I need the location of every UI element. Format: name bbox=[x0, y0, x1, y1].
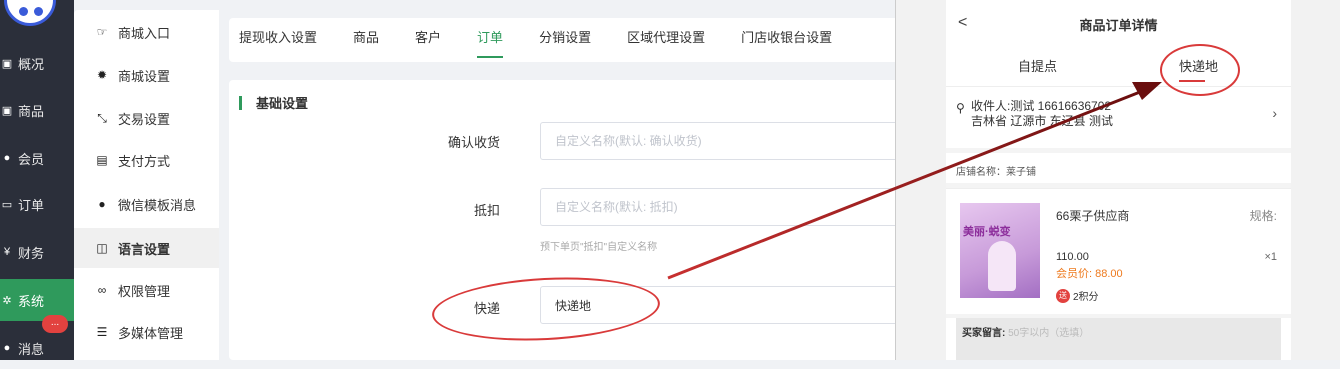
nav-item-label: 订单 bbox=[18, 197, 45, 213]
mobile-screen: < 商品订单详情 自提点 快递地 ⚲ 收件人:测试 16616636702 吉林… bbox=[946, 0, 1291, 360]
mobile-preview: < 商品订单详情 自提点 快递地 ⚲ 收件人:测试 16616636702 吉林… bbox=[895, 0, 1340, 360]
message-badge: ... bbox=[42, 315, 68, 333]
box-icon: ▣ bbox=[1, 104, 13, 117]
submenu-item-label: 权限管理 bbox=[118, 283, 171, 299]
hand-pointer-icon: ☞ bbox=[96, 25, 108, 39]
settings-icon: ✲ bbox=[2, 294, 12, 307]
language-icon: ◫ bbox=[96, 241, 108, 255]
submenu-item-label: 交易设置 bbox=[118, 111, 171, 127]
settings-tabs: 提现收入设置 商品 客户 订单 分销设置 区域代理设置 门店收银台设置 bbox=[229, 18, 909, 62]
points-badge: 送 bbox=[1056, 288, 1070, 303]
nav-item-products[interactable]: ▣ 商品 bbox=[0, 89, 74, 131]
submenu-item-store-settings[interactable]: ✹ 商城设置 bbox=[74, 55, 219, 95]
annotation-circle-tab bbox=[1160, 44, 1240, 96]
wechat-icon: ● bbox=[98, 197, 106, 211]
nav-item-label: 会员 bbox=[18, 151, 45, 167]
submenu-item-label: 多媒体管理 bbox=[118, 325, 184, 341]
tab-orders[interactable]: 订单 bbox=[477, 18, 504, 62]
product-name: 66栗子供应商 bbox=[1056, 209, 1130, 223]
chat-icon: ● bbox=[3, 342, 11, 354]
submenu-item-label: 商城设置 bbox=[118, 68, 171, 84]
submenu-item-permissions[interactable]: ∞ 权限管理 bbox=[74, 270, 219, 310]
nav-item-system[interactable]: ✲ 系统 bbox=[0, 279, 74, 321]
location-pin-icon: ⚲ bbox=[956, 101, 965, 115]
exchange-icon: ⤡ bbox=[97, 110, 107, 125]
confirm-receipt-label: 确认收货 bbox=[447, 135, 500, 150]
tab-self-pickup[interactable]: 自提点 bbox=[1018, 56, 1057, 75]
buyer-note-label: 买家留言: bbox=[962, 328, 1006, 339]
points-reward: 送 2积分 bbox=[1056, 288, 1099, 303]
store-name: 店铺名称：莱子铺 bbox=[946, 153, 1291, 183]
nav-item-messages[interactable]: ... ● 消息 bbox=[0, 315, 74, 369]
submenu-item-language[interactable]: ◫ 语言设置 bbox=[74, 228, 219, 268]
product-image: 美丽·蜕变 bbox=[960, 203, 1040, 298]
nav-item-members[interactable]: ● 会员 bbox=[0, 137, 74, 179]
tab-goods[interactable]: 商品 bbox=[353, 18, 379, 62]
nav-item-label: 系统 bbox=[18, 293, 45, 309]
points-text: 2积分 bbox=[1073, 292, 1099, 303]
main-navigation: ▣ 概况 ▣ 商品 ● 会员 ▭ 订单 ¥ 财务 ✲ 系统 ... ● 消息 bbox=[0, 0, 74, 360]
buyer-note-input[interactable]: 买家留言: 50字以内（选填） bbox=[956, 318, 1281, 360]
buyer-note-placeholder: 50字以内（选填） bbox=[1008, 328, 1090, 339]
nav-item-overview[interactable]: ▣ 概况 bbox=[0, 42, 74, 84]
product-price: 110.00 bbox=[1056, 251, 1089, 263]
confirm-receipt-input[interactable] bbox=[540, 122, 910, 160]
system-submenu: ☞ 商城入口 ✹ 商城设置 ⤡ 交易设置 ▤ 支付方式 ● 微信模板消息 ◫ 语言设置 ∞ 权… bbox=[74, 10, 219, 360]
product-qty: ×1 bbox=[1264, 251, 1277, 263]
buyer-note: 买家留言: 50字以内（选填） bbox=[946, 318, 1291, 360]
deduction-hint: 预下单页"抵扣"自定义名称 bbox=[540, 242, 658, 253]
submenu-item-trade-settings[interactable]: ⤡ 交易设置 bbox=[74, 98, 219, 138]
chart-icon: ▣ bbox=[1, 57, 13, 70]
nav-item-finance[interactable]: ¥ 财务 bbox=[0, 231, 74, 273]
submenu-item-wechat-templates[interactable]: ● 微信模板消息 bbox=[74, 184, 219, 224]
address-detail: 吉林省 辽源市 东辽县 测试 bbox=[971, 114, 1114, 128]
yen-icon: ¥ bbox=[3, 246, 11, 258]
product-item: 美丽·蜕变 66栗子供应商 规格: 110.00 会员价: 88.00 ×1 送… bbox=[946, 188, 1291, 314]
nav-item-orders[interactable]: ▭ 订单 bbox=[0, 183, 74, 225]
nav-item-label: 概况 bbox=[18, 56, 45, 72]
nav-item-label: 财务 bbox=[18, 245, 45, 261]
card-icon: ▤ bbox=[96, 153, 108, 167]
submenu-item-label: 支付方式 bbox=[118, 153, 171, 169]
product-image-text: 美丽·蜕变 bbox=[963, 226, 1011, 238]
submenu-item-label: 微信模板消息 bbox=[118, 197, 197, 213]
gear-icon: ✹ bbox=[96, 68, 108, 82]
mobile-header: < 商品订单详情 bbox=[946, 0, 1291, 46]
nav-item-label: 消息 bbox=[18, 341, 45, 357]
key-icon: ∞ bbox=[97, 283, 107, 297]
nav-item-label: 商品 bbox=[18, 103, 45, 119]
submenu-item-label: 语言设置 bbox=[118, 241, 171, 257]
list-icon: ☰ bbox=[96, 325, 108, 339]
product-spec: 规格: bbox=[1249, 209, 1277, 223]
mobile-title: 商品订单详情 bbox=[1079, 18, 1158, 33]
submenu-item-payment[interactable]: ▤ 支付方式 bbox=[74, 140, 219, 180]
store-name-text: 店铺名称：莱子铺 bbox=[956, 167, 1036, 178]
section-title: 基础设置 bbox=[239, 93, 308, 112]
tab-withdraw-income[interactable]: 提现收入设置 bbox=[239, 18, 317, 62]
submenu-item-store-entry[interactable]: ☞ 商城入口 bbox=[74, 12, 219, 52]
tab-customers[interactable]: 客户 bbox=[415, 18, 441, 62]
tab-distribution[interactable]: 分销设置 bbox=[539, 18, 591, 62]
tab-store-cashier[interactable]: 门店收银台设置 bbox=[741, 18, 832, 62]
users-icon: ● bbox=[3, 152, 11, 164]
tab-regional-agent[interactable]: 区域代理设置 bbox=[627, 18, 705, 62]
deduction-label: 抵扣 bbox=[473, 203, 500, 218]
chevron-right-icon: › bbox=[1272, 105, 1277, 121]
submenu-item-media[interactable]: ☰ 多媒体管理 bbox=[74, 312, 219, 352]
member-price: 会员价: 88.00 bbox=[1056, 268, 1123, 280]
deduction-input[interactable] bbox=[540, 188, 910, 226]
submenu-item-label: 商城入口 bbox=[118, 25, 171, 41]
section-title-text: 基础设置 bbox=[256, 96, 309, 111]
address-row[interactable]: ⚲ 收件人:测试 16616636702 吉林省 辽源市 东辽县 测试 › bbox=[946, 86, 1291, 148]
logo bbox=[4, 0, 56, 26]
cart-icon: ▭ bbox=[1, 198, 13, 211]
